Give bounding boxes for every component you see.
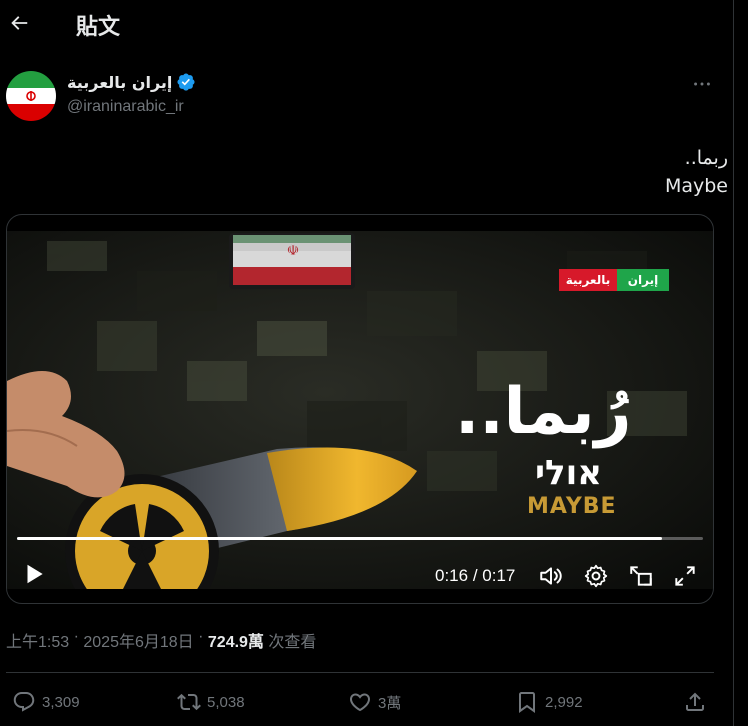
tweet-meta: 上午1:53 · 2025年6月18日 · 724.9萬 次查看 xyxy=(6,628,316,652)
video-progress-bar[interactable] xyxy=(17,537,703,540)
like-button[interactable]: 3萬 xyxy=(348,684,401,720)
bookmark-count: 2,992 xyxy=(545,693,583,711)
video-progress-fill xyxy=(17,537,662,540)
divider xyxy=(6,672,714,673)
arrow-left-icon xyxy=(11,16,28,30)
views-label: 次查看 xyxy=(268,634,317,651)
bookmark-button[interactable]: 2,992 xyxy=(515,684,583,720)
repost-button[interactable]: 5,038 xyxy=(177,684,245,720)
fullscreen-icon xyxy=(675,566,695,586)
avatar[interactable] xyxy=(6,71,56,121)
more-horizontal-icon xyxy=(694,82,710,86)
tweet-date[interactable]: 2025年6月18日 xyxy=(83,628,193,652)
share-icon xyxy=(686,692,704,711)
views-count: 724.9萬 xyxy=(207,634,264,651)
repost-icon xyxy=(177,693,201,711)
handle[interactable]: @iraninarabic_ir xyxy=(67,98,184,116)
video-overlay-hebrew: אולי xyxy=(535,453,603,493)
page-header: 貼文 xyxy=(0,0,733,48)
share-button[interactable] xyxy=(683,684,707,720)
tweet-time[interactable]: 上午1:53 xyxy=(6,628,69,652)
mute-button[interactable] xyxy=(538,563,564,589)
video-player[interactable]: ☫ بالعربية إيران رُبما.. אולי MAYBE 0:16… xyxy=(6,214,714,604)
picture-in-picture-icon xyxy=(630,566,652,586)
channel-logo-left: بالعربية xyxy=(559,269,617,291)
reply-icon xyxy=(13,692,35,712)
meta-separator: · xyxy=(193,628,208,645)
picture-in-picture-button[interactable] xyxy=(628,563,654,589)
duration: 0:17 xyxy=(482,566,516,585)
iran-flag-avatar-icon xyxy=(6,71,56,121)
heart-icon xyxy=(349,693,371,712)
video-overlay-english: MAYBE xyxy=(527,494,617,519)
display-name-row[interactable]: إيران بالعربية xyxy=(67,72,196,92)
tweet-actions: 3,309 5,038 3萬 2,992 xyxy=(0,684,733,724)
video-frame[interactable]: ☫ بالعربية إيران رُبما.. אולי MAYBE xyxy=(7,231,713,589)
fullscreen-button[interactable] xyxy=(672,563,698,589)
gear-icon xyxy=(584,564,608,588)
current-time: 0:16 xyxy=(435,566,469,585)
channel-logo-right: إيران xyxy=(617,269,669,291)
channel-logo: بالعربية إيران xyxy=(559,269,669,291)
video-overlay-arabic: رُبما.. xyxy=(455,375,633,449)
like-count: 3萬 xyxy=(378,694,402,712)
settings-button[interactable] xyxy=(583,563,609,589)
page-title: 貼文 xyxy=(76,15,121,40)
svg-text:☫: ☫ xyxy=(287,243,300,259)
tweet-text: ربما.. Maybe xyxy=(665,144,728,200)
bookmark-icon xyxy=(519,692,535,713)
verified-badge-icon xyxy=(177,73,195,91)
reply-button[interactable]: 3,309 xyxy=(12,684,80,720)
tweet-text-line: Maybe xyxy=(664,175,728,197)
column-border xyxy=(733,0,734,726)
play-icon xyxy=(27,564,43,584)
tweet-text-line: ربما.. xyxy=(684,147,728,169)
display-name[interactable]: إيران بالعربية xyxy=(67,73,172,92)
volume-icon xyxy=(540,567,562,585)
play-button[interactable] xyxy=(21,561,47,587)
back-button[interactable] xyxy=(2,6,36,40)
repost-count: 5,038 xyxy=(207,693,245,711)
meta-separator: · xyxy=(69,628,84,645)
time-separator: / xyxy=(472,566,478,585)
video-time: 0:16 / 0:17 xyxy=(435,566,515,586)
reply-count: 3,309 xyxy=(42,693,80,711)
more-options-button[interactable] xyxy=(688,72,716,96)
